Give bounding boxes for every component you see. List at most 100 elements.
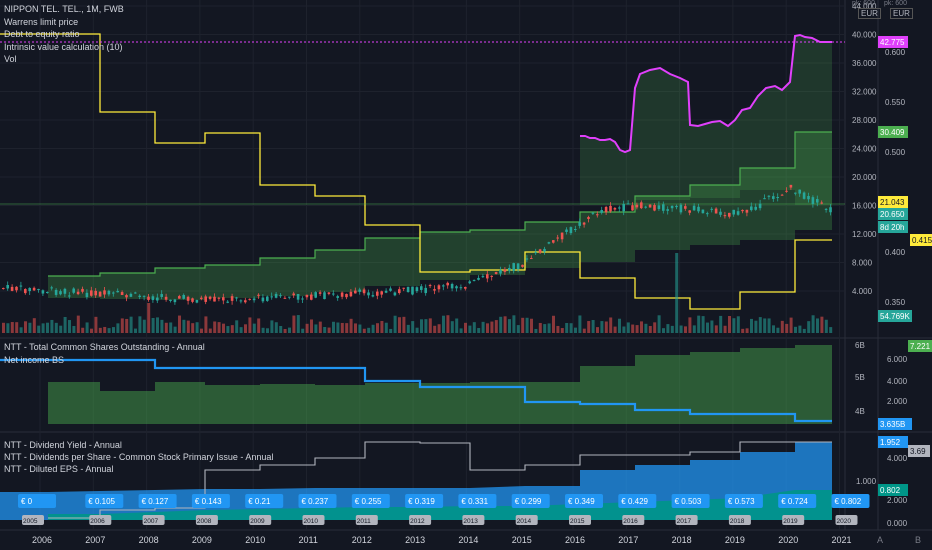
volume-bar (76, 315, 80, 333)
indicator-net-income[interactable]: Net income BS (4, 355, 64, 365)
currency-right[interactable]: EUR (890, 8, 913, 19)
indicator-shares-outstanding[interactable]: NTT - Total Common Shares Outstanding - … (4, 342, 205, 352)
volume-bar (340, 322, 344, 333)
volume-bar (270, 320, 274, 333)
currency-left[interactable]: EUR (858, 8, 881, 19)
volume-bar (151, 317, 155, 333)
volume-bar (252, 323, 256, 333)
candle-body (142, 295, 146, 297)
volume-bar (670, 325, 674, 333)
candle-body (402, 287, 405, 289)
volume-bar (54, 322, 58, 333)
time-axis-label-2007: 2007 (85, 535, 105, 545)
chart-canvas[interactable]: € 0 2005 € 0.105 2006 € 0.127 2007 € 0.143 2008… (0, 0, 932, 550)
candle-body (367, 292, 370, 296)
tag-debt-ratio: 0.415 (912, 236, 932, 245)
volume-bar (736, 316, 740, 333)
price-axis-label: 28.000 (852, 116, 877, 125)
indicator-dividend-yield[interactable]: NTT - Dividend Yield - Annual (4, 440, 122, 450)
candle-body (723, 215, 727, 217)
volume-bar (248, 317, 252, 333)
candle-body (46, 291, 49, 293)
volume-bar (811, 315, 815, 333)
debt-ratio-axis-label: 0.550 (885, 98, 906, 107)
time-axis-label-2012: 2012 (352, 535, 372, 545)
candle-body (516, 263, 520, 270)
candle-body (98, 291, 102, 297)
volume-bar (494, 320, 498, 333)
candle-body (552, 240, 555, 243)
dividend-year-label: 2020 (837, 518, 852, 525)
candle-body (354, 290, 357, 294)
candle-body (600, 210, 603, 213)
candle-body (208, 296, 212, 300)
candle-body (697, 206, 700, 212)
candle-body (565, 229, 568, 232)
candle-body (270, 296, 273, 298)
volume-bar (169, 322, 173, 333)
volume-bar (626, 322, 630, 333)
candle-body (807, 196, 810, 200)
volume-bar (50, 319, 54, 333)
candle-body (609, 205, 612, 212)
shares-axis-label: 5B (855, 373, 865, 382)
candle-body (789, 184, 793, 188)
candle-body (239, 300, 243, 302)
volume-bar (486, 323, 489, 333)
volume-bar (499, 316, 503, 333)
volume-bar (266, 328, 269, 333)
candle-body (534, 252, 537, 254)
dividend-year-label: 2017 (677, 518, 692, 525)
volume-bar (455, 318, 459, 333)
indicator-intrinsic-value[interactable]: Intrinsic value calculation (10) (4, 42, 123, 52)
volume-bar (780, 320, 784, 333)
indicator-debt-equity[interactable]: Debt to equity ratio (4, 29, 80, 39)
candle-body (274, 293, 278, 298)
candle-body (618, 207, 621, 209)
volume-bar (129, 316, 133, 333)
candle-body (125, 295, 128, 298)
candle-body (305, 294, 309, 298)
indicator-volume[interactable]: Vol (4, 54, 17, 64)
volume-bar (288, 327, 291, 333)
candle-body (626, 203, 630, 205)
tag-diluted-eps: 0.802 (880, 486, 901, 495)
candle-body (710, 208, 713, 210)
candle-body (798, 189, 801, 194)
candle-body (24, 288, 27, 294)
candle-body (635, 204, 639, 208)
volume-bar (305, 323, 309, 333)
price-axis-label: 32.000 (852, 88, 877, 97)
volume-bar (719, 315, 723, 333)
dividend-value-label: € 0.331 (461, 497, 488, 506)
candle-body (670, 205, 674, 209)
price-axis-label: 12.000 (852, 230, 877, 239)
candle-body (688, 210, 691, 213)
volume-bar (574, 327, 577, 333)
price-axis-label: 4.000 (852, 287, 873, 296)
time-axis-label-2020: 2020 (778, 535, 798, 545)
volume-bar (125, 318, 129, 333)
indicator-dividends-per-share[interactable]: NTT - Dividends per Share - Common Stock… (4, 452, 273, 462)
volume-bar (468, 325, 472, 333)
intrinsic-value-band (48, 33, 832, 300)
indicator-diluted-eps[interactable]: NTT - Diluted EPS - Annual (4, 464, 113, 474)
auto-scale-button[interactable]: A (877, 535, 883, 545)
volume-bar (191, 323, 195, 333)
debt-ratio-axis-label: 0.600 (885, 48, 906, 57)
volume-bar (81, 327, 85, 333)
candle-body (824, 208, 828, 210)
volume-bar (380, 320, 384, 333)
candle-body (2, 288, 5, 290)
candle-body (508, 267, 511, 271)
candle-body (283, 297, 287, 299)
indicator-warrens-limit[interactable]: Warrens limit price (4, 17, 78, 27)
time-axis-label-2009: 2009 (192, 535, 212, 545)
dividend-value-label: € 0.105 (88, 497, 115, 506)
symbol-title[interactable]: NIPPON TEL. TEL., 1M, FWB (4, 4, 124, 14)
candle-body (217, 297, 221, 299)
volume-bar (618, 318, 621, 333)
candle-body (679, 204, 683, 213)
log-scale-button[interactable]: B (915, 535, 921, 545)
volume-bar (138, 316, 142, 333)
